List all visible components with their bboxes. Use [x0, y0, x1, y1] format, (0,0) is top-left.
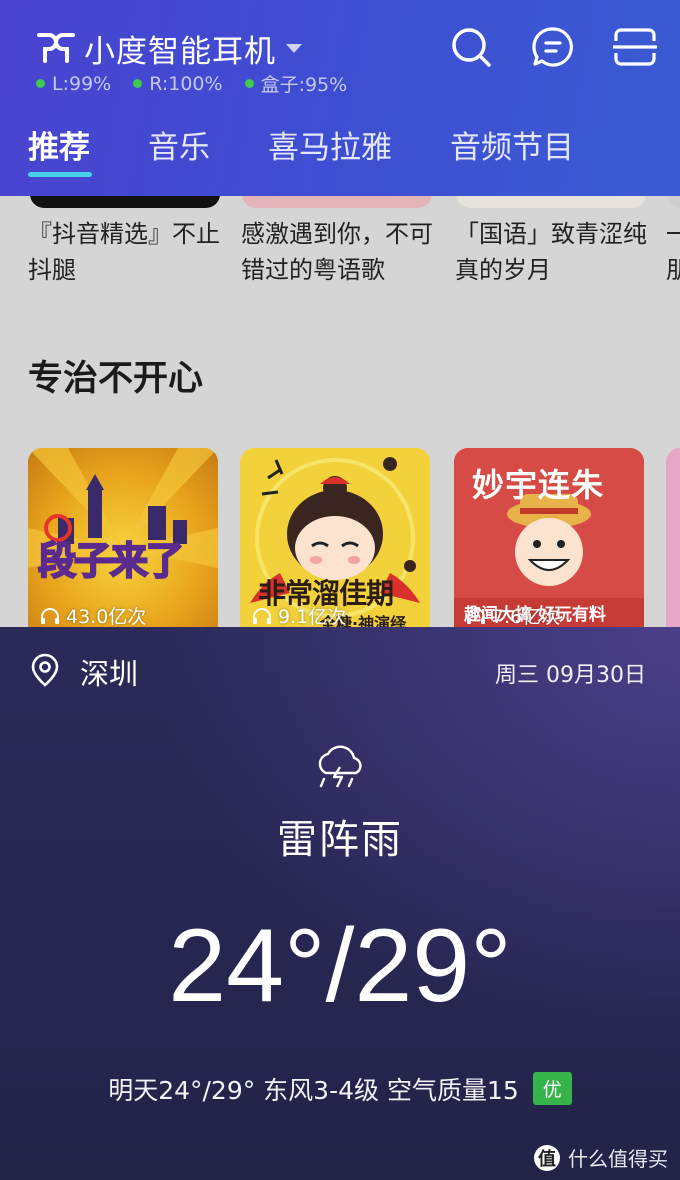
- watermark-logo: 值: [534, 1144, 560, 1171]
- search-icon[interactable]: [446, 22, 496, 72]
- tab-music[interactable]: 音乐: [148, 122, 210, 167]
- app-header: 小度智能耳机 L:99% R:100% 盒子:95% 推荐 音乐 喜马拉雅 音频…: [0, 0, 680, 196]
- weather-date: 周三 09月30日: [495, 663, 646, 688]
- album-art-title: 段子来了: [37, 538, 185, 584]
- battery-right: R:100%: [133, 72, 223, 95]
- album-art-title: 妙宇连朱: [472, 466, 605, 504]
- location: 深圳: [30, 651, 138, 693]
- tomorrow-forecast: 明天24°/29° 东风3-4级 空气质量15 优: [0, 1071, 680, 1107]
- tab-recommend[interactable]: 推荐: [28, 122, 92, 177]
- play-count-label: 9.1亿次: [278, 606, 347, 627]
- playlist-title[interactable]: 『抖音精选』不止抖腿: [28, 216, 228, 288]
- tab-ximalaya[interactable]: 喜马拉雅: [268, 122, 392, 167]
- playlist-title[interactable]: 一朋: [666, 216, 680, 288]
- play-count: 9.1亿次: [252, 602, 346, 627]
- headphone-icon: [253, 607, 271, 624]
- scan-icon[interactable]: [610, 22, 660, 72]
- headphone-icon: [41, 607, 59, 624]
- play-count-label: 43.0亿次: [66, 606, 147, 627]
- battery-left-label: L:99%: [52, 72, 112, 95]
- air-quality-badge: 优: [532, 1072, 572, 1105]
- status-dot-icon: [133, 79, 143, 88]
- earbuds-logo-icon: [36, 28, 76, 68]
- tab-recommend-label: 推荐: [28, 130, 90, 166]
- weather-card[interactable]: 深圳 周三 09月30日 雷阵雨 24°/29° 明天24°/29° 东风3-4…: [0, 627, 680, 1180]
- watermark-text: 什么值得买: [568, 1147, 668, 1171]
- thunderstorm-icon: [312, 743, 368, 795]
- status-dot-icon: [244, 79, 254, 88]
- playlist-title[interactable]: 「国语」致青涩纯真的岁月: [455, 216, 655, 288]
- tab-active-indicator: [28, 172, 92, 177]
- tab-bar: 推荐 音乐 喜马拉雅 音频节目: [28, 122, 632, 177]
- section-title: 专治不开心: [28, 359, 204, 399]
- playlist-title[interactable]: 感激遇到你，不可错过的粤语歌: [241, 216, 441, 288]
- battery-right-label: R:100%: [149, 72, 223, 95]
- album-card[interactable]: [666, 448, 680, 627]
- message-icon[interactable]: [528, 22, 578, 72]
- album-card[interactable]: 妙宇连朱 趣闻大搞 好玩有料 7.6亿次: [454, 448, 644, 627]
- tab-audio-programs[interactable]: 音频节目: [450, 122, 574, 167]
- album-card[interactable]: 非常溜佳期 全糖·神演绎 9.1亿次: [240, 448, 430, 627]
- playlist-thumbnails-cropped: [0, 196, 680, 208]
- play-count: 7.6亿次: [466, 602, 560, 627]
- playlist-cover[interactable]: [668, 196, 680, 208]
- play-count: 43.0亿次: [40, 602, 146, 627]
- battery-case-label: 盒子:95%: [260, 74, 348, 96]
- tab-audio-programs-label: 音频节目: [450, 130, 574, 166]
- forecast-text: 明天24°/29° 东风3-4级 空气质量15: [108, 1076, 519, 1105]
- battery-left: L:99%: [36, 73, 111, 95]
- status-dot-icon: [36, 79, 45, 88]
- album-card[interactable]: 段子来了 43.0亿次: [28, 448, 218, 627]
- play-count-label: 7.6亿次: [492, 606, 561, 627]
- chevron-down-icon[interactable]: [286, 43, 302, 53]
- playlist-cover[interactable]: [456, 196, 646, 208]
- weather-condition: 雷阵雨: [277, 817, 403, 863]
- location-pin-icon: [30, 653, 60, 691]
- tab-music-label: 音乐: [148, 130, 210, 166]
- playlist-cover[interactable]: [242, 196, 432, 208]
- watermark: 值 什么值得买: [534, 1143, 668, 1172]
- temperature-range: 24°/29°: [168, 908, 512, 1024]
- battery-case: 盒子:95%: [244, 70, 348, 97]
- playlist-cover[interactable]: [30, 196, 220, 208]
- device-name: 小度智能耳机: [84, 33, 276, 70]
- headphone-icon: [467, 607, 485, 624]
- city-name: 深圳: [80, 657, 139, 691]
- recommend-feed[interactable]: 『抖音精选』不止抖腿 感激遇到你，不可错过的粤语歌 「国语」致青涩纯真的岁月 一…: [0, 196, 680, 627]
- tab-ximalaya-label: 喜马拉雅: [268, 130, 392, 166]
- battery-status: L:99% R:100% 盒子:95%: [36, 70, 369, 97]
- device-selector[interactable]: 小度智能耳机: [36, 26, 302, 70]
